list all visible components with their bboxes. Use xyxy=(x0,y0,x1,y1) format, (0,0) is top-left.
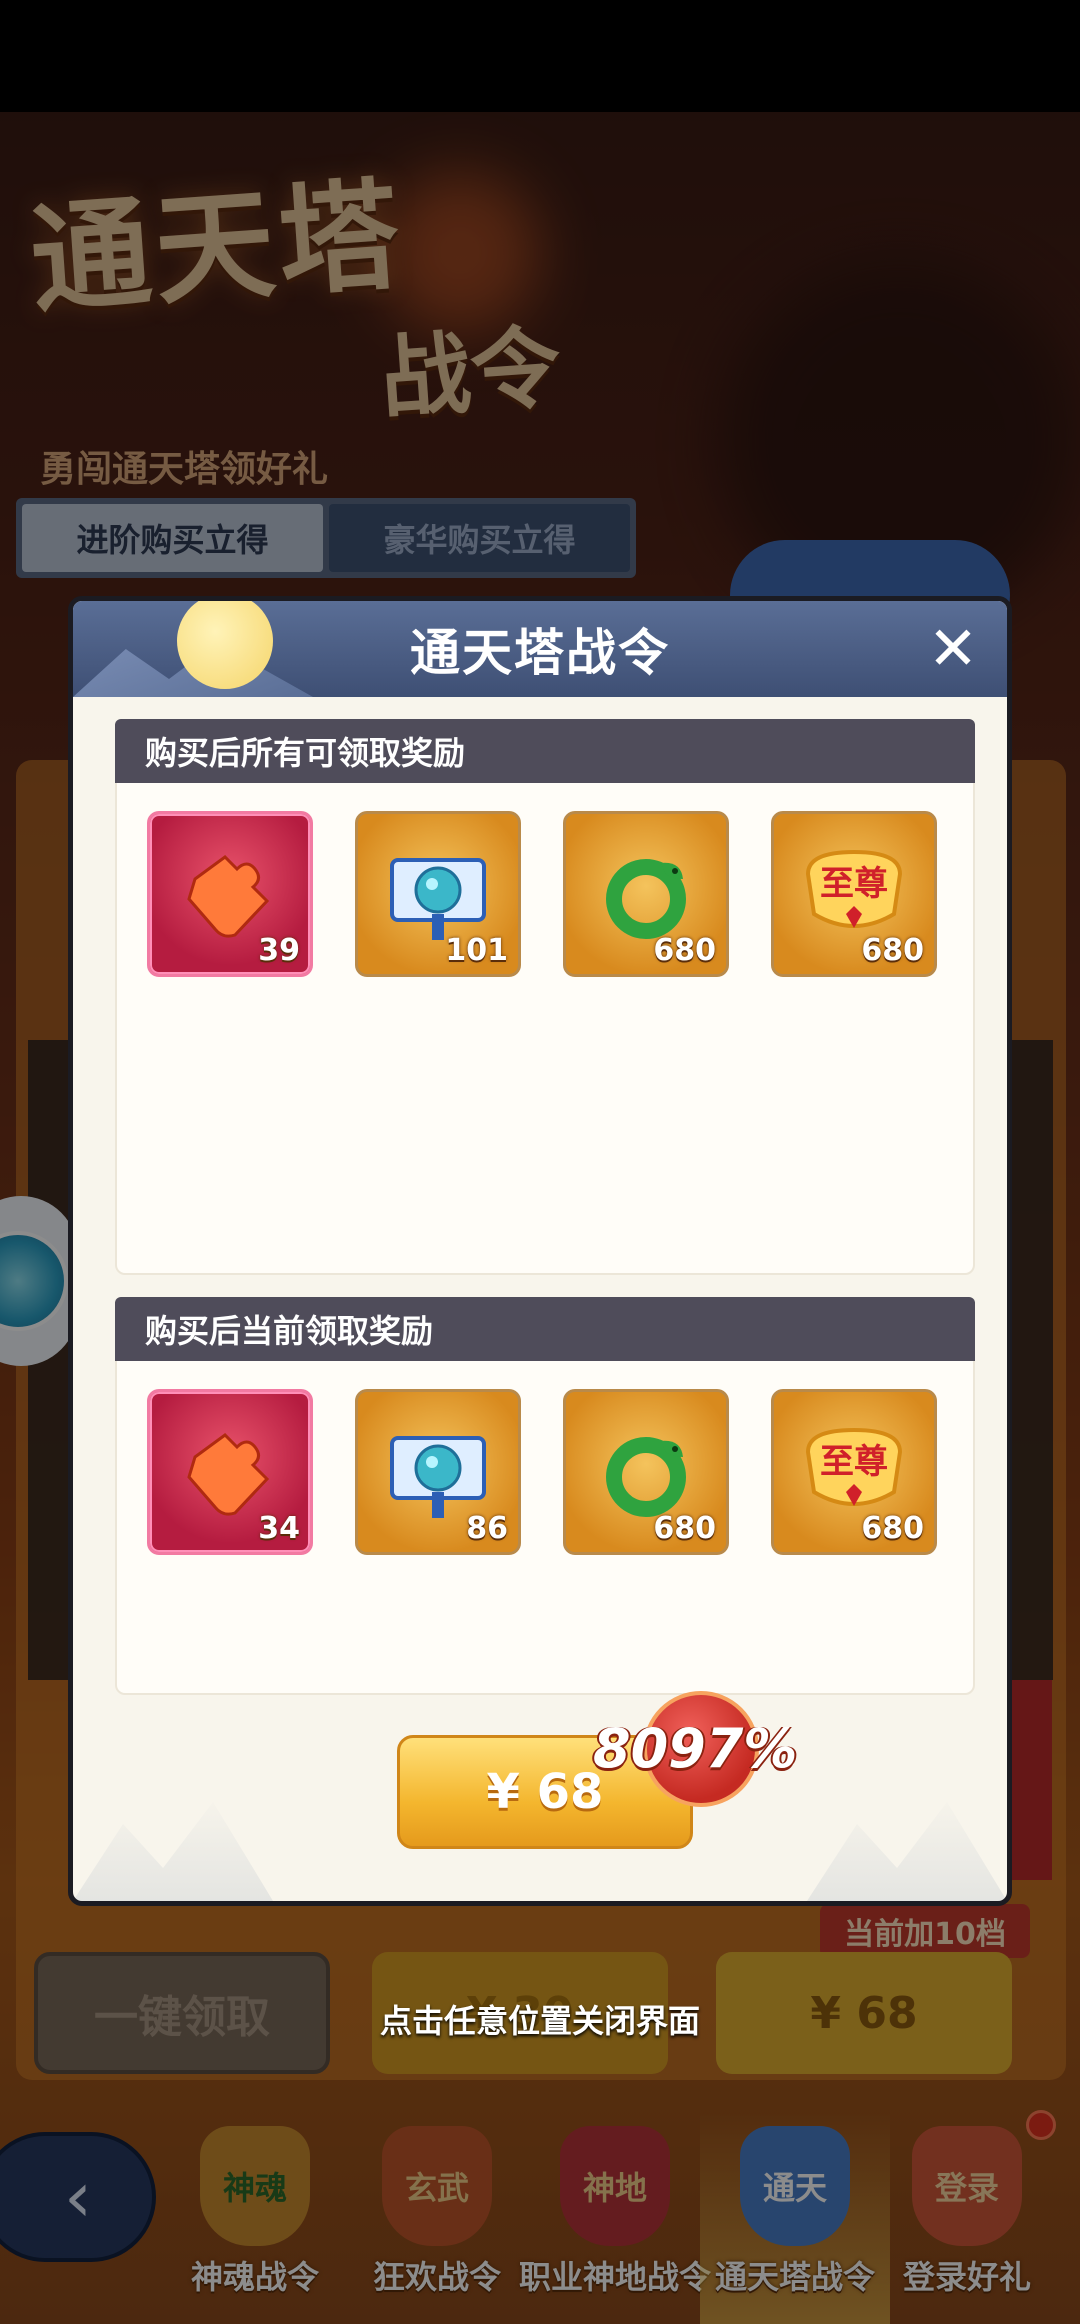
reward-item[interactable]: 至尊 680 xyxy=(771,811,937,977)
supreme-label: 至尊 xyxy=(820,864,888,904)
reward-count: 34 xyxy=(258,1511,300,1546)
modal-header: 通天塔战令 ✕ xyxy=(73,601,1007,697)
reward-item[interactable]: 86 xyxy=(355,1389,521,1555)
buy-price: ¥ 68 xyxy=(486,1764,604,1820)
rewards-all-section: 购买后所有可领取奖励 39 101 680 至尊 680 xyxy=(115,719,975,1275)
reward-item[interactable]: 680 xyxy=(563,1389,729,1555)
rewards-now-section: 购买后当前领取奖励 34 86 680 至尊 680 xyxy=(115,1297,975,1695)
section-heading: 购买后当前领取奖励 xyxy=(115,1297,975,1361)
decor-moon xyxy=(177,601,273,689)
reward-count: 86 xyxy=(466,1511,508,1546)
reward-item[interactable]: 680 xyxy=(563,811,729,977)
reward-count: 680 xyxy=(861,933,924,968)
close-hint: 点击任意位置关闭界面 xyxy=(379,2002,700,2040)
supreme-label: 至尊 xyxy=(820,1442,888,1482)
reward-item[interactable]: 至尊 680 xyxy=(771,1389,937,1555)
reward-count: 680 xyxy=(653,1511,716,1546)
reward-count: 39 xyxy=(258,933,300,968)
reward-count: 680 xyxy=(861,1511,924,1546)
reward-count: 101 xyxy=(445,933,508,968)
modal-title: 通天塔战令 xyxy=(410,624,670,682)
close-icon[interactable]: ✕ xyxy=(921,617,985,681)
reward-item[interactable]: 39 xyxy=(147,811,313,977)
section-heading: 购买后所有可领取奖励 xyxy=(115,719,975,783)
reward-item[interactable]: 34 xyxy=(147,1389,313,1555)
battle-pass-modal: 通天塔战令 ✕ 购买后所有可领取奖励 39 101 680 至尊 680 购买后… xyxy=(68,596,1012,1906)
decor-mountains-right xyxy=(807,1802,1007,1901)
decor-mountains-left xyxy=(73,1802,273,1901)
reward-count: 680 xyxy=(653,933,716,968)
status-bar xyxy=(0,0,1080,112)
discount-percent: 8097% xyxy=(593,1717,798,1780)
reward-item[interactable]: 101 xyxy=(355,811,521,977)
